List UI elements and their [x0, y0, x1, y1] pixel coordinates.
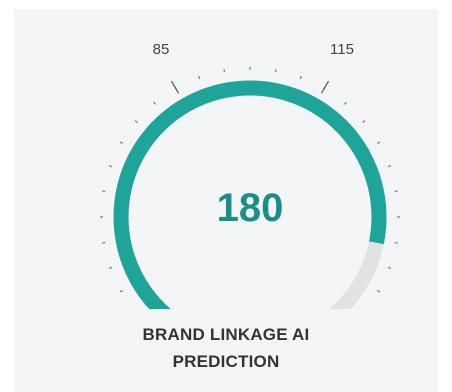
gauge-minor-tick	[198, 75, 201, 80]
gauge-chart: 85 115 180	[100, 41, 400, 309]
gauge-minor-tick	[108, 266, 113, 269]
gauge-title-line-2: PREDICTION	[172, 352, 280, 371]
gauge-minor-tick	[102, 190, 106, 193]
gauge-title-line-1: BRAND LINKAGE AI	[142, 325, 310, 344]
gauge-minor-tick	[119, 289, 123, 293]
gauge-minor-tick	[377, 289, 381, 293]
gauge-major-tick-right	[320, 80, 330, 94]
gauge-title: BRAND LINKAGE AI PREDICTION	[14, 321, 438, 375]
gauge-minor-tick	[134, 120, 138, 123]
gauge-tick-label-left: 85	[153, 41, 170, 58]
gauge-value: 180	[217, 186, 284, 230]
gauge-minor-tick	[394, 190, 398, 193]
gauge-minor-tick	[102, 241, 106, 244]
gauge-minor-tick	[362, 120, 366, 123]
gauge-card: 85 115 180 BRAND LINKAGE AI PREDICTION	[14, 9, 438, 392]
gauge-minor-tick	[387, 266, 392, 269]
gauge-minor-tick	[119, 141, 123, 145]
gauge-minor-tick	[344, 101, 347, 105]
gauge-major-tick-left	[170, 80, 180, 94]
gauge-minor-tick	[394, 241, 398, 244]
gauge-minor-tick	[108, 165, 113, 168]
gauge-minor-tick	[223, 69, 226, 73]
gauge-tick-label-right: 115	[330, 41, 354, 58]
gauge-minor-tick	[274, 69, 277, 73]
gauge-minor-tick	[377, 141, 381, 145]
gauge-minor-tick	[387, 165, 392, 168]
gauge-minor-tick	[153, 101, 156, 105]
gauge-minor-tick	[299, 75, 302, 80]
